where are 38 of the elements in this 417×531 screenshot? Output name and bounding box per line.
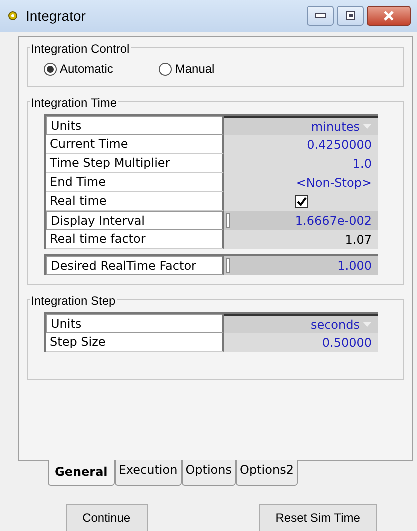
property-value[interactable]: 0.50000 — [224, 333, 378, 352]
property-value[interactable]: 0.4250000 — [224, 135, 378, 154]
window-title: Integrator — [26, 6, 87, 26]
property-label: Real time — [46, 192, 224, 211]
radio-option[interactable]: Automatic — [44, 60, 114, 78]
caret-icon — [363, 124, 372, 129]
maximize-button[interactable] — [337, 6, 364, 26]
property-label: Step Size — [46, 333, 224, 352]
maximize-icon — [346, 11, 356, 21]
property-label: Display Interval — [46, 211, 224, 230]
property-label: Desired RealTime Factor — [46, 256, 224, 275]
close-icon — [383, 11, 395, 21]
property-value: 1.07 — [224, 230, 378, 249]
app-icon — [8, 11, 18, 21]
minimize-button[interactable] — [307, 6, 334, 26]
property-label: Current Time — [46, 135, 224, 154]
tab[interactable]: Execution — [114, 460, 182, 486]
property-value[interactable]: <Non-Stop> — [224, 173, 378, 192]
radio-option[interactable]: Manual — [159, 60, 215, 78]
checkbox[interactable] — [295, 195, 308, 208]
property-label: End Time — [46, 173, 224, 192]
tab[interactable]: Options — [182, 460, 236, 486]
caret-icon — [363, 322, 372, 327]
property-label: Real time factor — [46, 230, 224, 249]
push-button[interactable]: Continue — [66, 504, 148, 531]
push-button[interactable]: Reset Sim Time — [258, 504, 378, 531]
minimize-icon — [314, 13, 326, 19]
property-value[interactable]: 1.0 — [224, 154, 378, 173]
slider-field[interactable]: 1.000 — [224, 256, 378, 275]
property-label: Units — [46, 116, 224, 135]
close-button[interactable] — [367, 6, 411, 26]
dropdown-field[interactable]: minutes — [224, 116, 378, 135]
tab[interactable]: Options2 — [236, 460, 298, 486]
tab[interactable]: General — [48, 460, 115, 486]
dropdown-field[interactable]: seconds — [224, 314, 378, 333]
property-label: Time Step Multiplier — [46, 154, 224, 173]
property-label: Units — [46, 314, 224, 333]
slider-field[interactable]: 1.6667e-002 — [224, 211, 378, 230]
